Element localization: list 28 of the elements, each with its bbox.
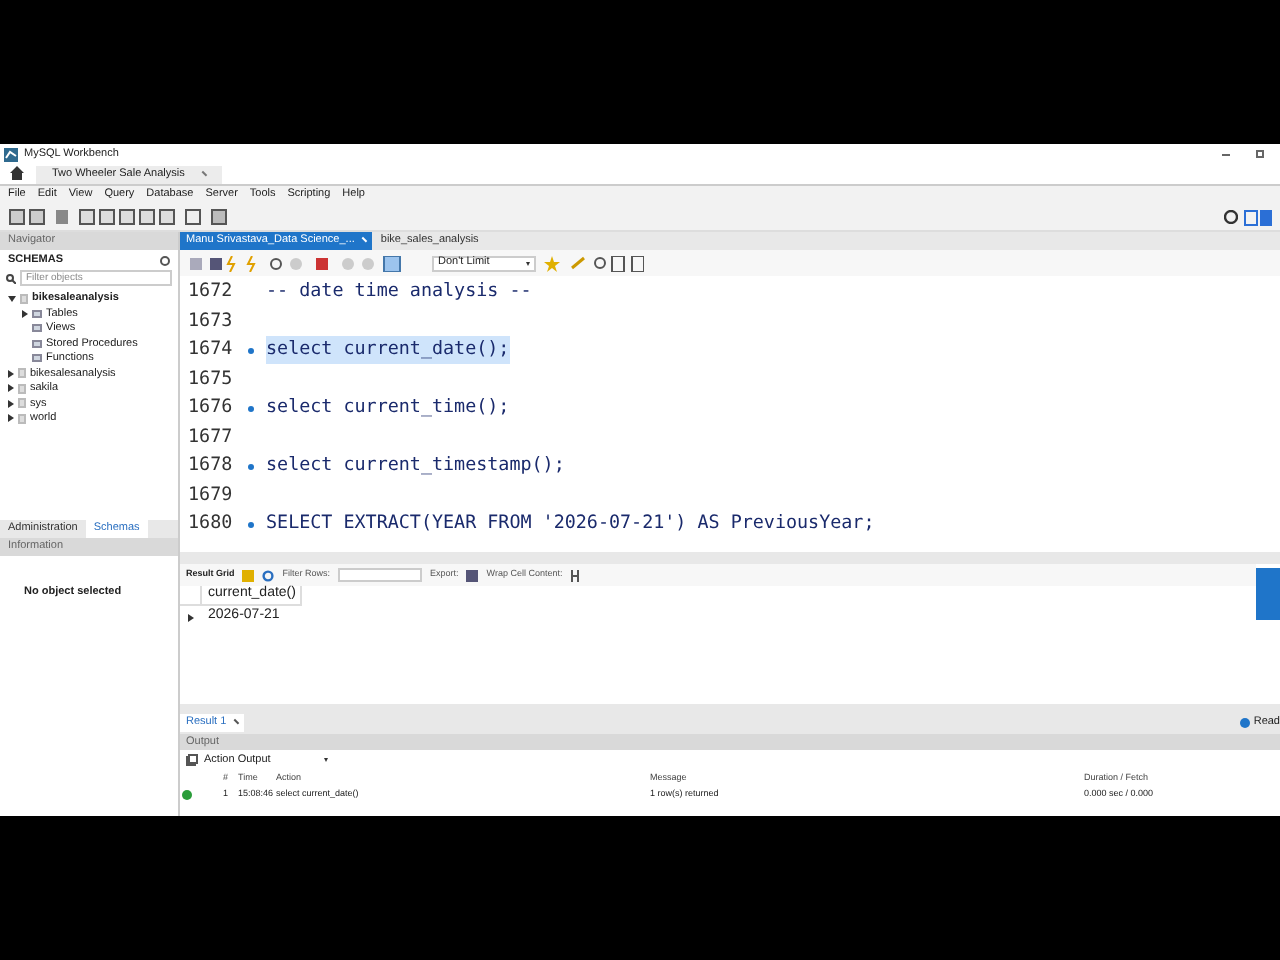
filter-rows-field[interactable] [338,568,423,582]
line-number: 1673 [186,307,235,336]
line-number: 1678 [186,452,235,481]
line-number: 1675 [186,365,235,394]
caret-icon [324,758,328,762]
database-icon [20,293,28,304]
line-number: 1679 [186,481,235,510]
code-line: select current_time(); [266,394,510,423]
line-number: 1677 [186,423,235,452]
home-icon[interactable] [10,166,24,180]
panel-layout-icon[interactable] [1244,209,1272,225]
caret-icon [526,261,530,265]
save-icon[interactable] [466,569,479,581]
wrap-icon[interactable] [570,569,581,581]
code-line: select current_timestamp(); [266,452,565,481]
info-icon [1239,718,1250,728]
row-pointer-icon [188,613,194,621]
search-icon [6,273,16,283]
line-number: 1676 [186,394,235,423]
toolbar-icons-drawing[interactable] [544,255,644,271]
restore-icon[interactable] [1256,150,1264,158]
code-line: -- date time analysis -- [266,278,532,307]
line-number: 1674 [186,336,235,365]
line-number: 1680 [186,510,235,539]
code-line: SELECT EXTRACT(YEAR FROM '2026-07-21') AS PreviousYear; [266,510,875,539]
line-number: 1672 [186,278,235,307]
copy-icon[interactable] [186,754,198,766]
minimize-icon[interactable] [1222,153,1230,155]
